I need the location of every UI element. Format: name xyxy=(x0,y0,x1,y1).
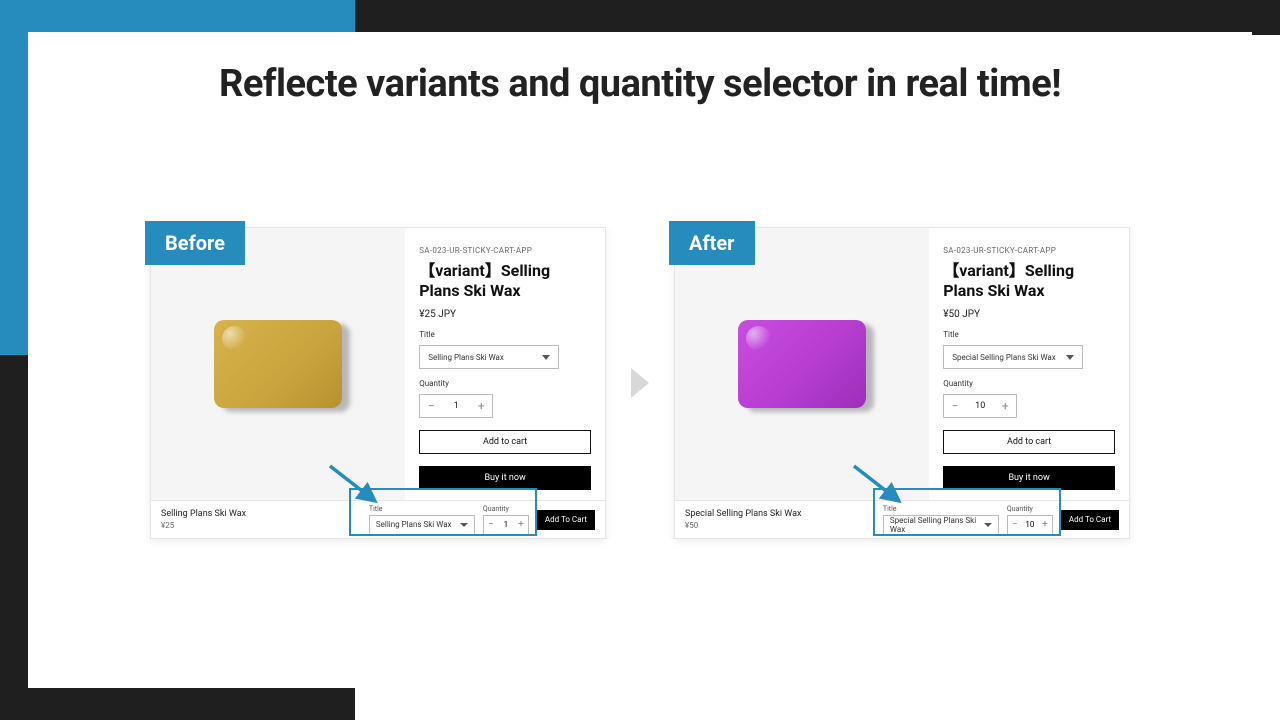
sticky-qty-minus[interactable]: − xyxy=(484,519,498,530)
product-price: ¥25 JPY xyxy=(419,309,591,320)
sticky-qty-stepper[interactable]: − 1 + xyxy=(483,515,529,535)
chevron-down-icon xyxy=(984,523,992,527)
page-card: Reflecte variants and quantity selector … xyxy=(28,32,1252,688)
sticky-qty-value: 1 xyxy=(498,520,514,529)
title-label: Title xyxy=(419,330,591,339)
sticky-qty-label: Quantity xyxy=(1007,505,1053,513)
chevron-down-icon xyxy=(460,523,468,527)
variant-value: Special Selling Plans Ski Wax xyxy=(952,353,1056,362)
product-title: 【variant】Selling Plans Ski Wax xyxy=(943,261,1115,301)
before-upper: SA-023-UR-STICKY-CART-APP 【variant】Selli… xyxy=(151,228,605,500)
chevron-down-icon xyxy=(1066,355,1074,360)
sticky-price: ¥25 xyxy=(161,521,361,530)
comparison-row: Before SA-023-UR-STICKY-CART-APP 【varian… xyxy=(150,227,1130,539)
bg-dark-top xyxy=(355,0,1280,35)
before-details: SA-023-UR-STICKY-CART-APP 【variant】Selli… xyxy=(405,228,605,500)
product-price: ¥50 JPY xyxy=(943,309,1115,320)
chevron-down-icon xyxy=(542,355,550,360)
sticky-name: Special Selling Plans Ski Wax xyxy=(685,509,875,519)
arrow-annotation-icon xyxy=(849,461,919,511)
sticky-qty-group: Quantity − 10 + xyxy=(1007,505,1053,535)
qty-label: Quantity xyxy=(943,379,1115,388)
qty-value: 1 xyxy=(442,401,470,411)
sticky-add-to-cart[interactable]: Add To Cart xyxy=(537,510,595,530)
headline: Reflecte variants and quantity selector … xyxy=(28,62,1252,106)
after-badge: After xyxy=(669,221,755,265)
add-to-cart-button[interactable]: Add to cart xyxy=(419,430,591,454)
product-title: 【variant】Selling Plans Ski Wax xyxy=(419,261,591,301)
sticky-variant-select[interactable]: Selling Plans Ski Wax xyxy=(369,515,475,535)
after-details: SA-023-UR-STICKY-CART-APP 【variant】Selli… xyxy=(929,228,1129,500)
arrow-annotation-icon xyxy=(325,461,395,511)
qty-plus[interactable]: + xyxy=(470,395,492,417)
after-col: After SA-023-UR-STICKY-CART-APP 【variant… xyxy=(674,227,1130,539)
variant-value: Selling Plans Ski Wax xyxy=(428,353,504,362)
sticky-info: Special Selling Plans Ski Wax ¥50 xyxy=(685,509,875,530)
variant-select[interactable]: Special Selling Plans Ski Wax xyxy=(943,345,1083,369)
qty-minus[interactable]: − xyxy=(420,395,442,417)
sticky-variant-value: Selling Plans Ski Wax xyxy=(376,520,452,529)
quantity-stepper[interactable]: − 10 + xyxy=(943,394,1017,418)
before-image-area xyxy=(151,228,405,500)
sticky-qty-label: Quantity xyxy=(483,505,529,513)
sticky-add-to-cart[interactable]: Add To Cart xyxy=(1061,510,1119,530)
add-to-cart-button[interactable]: Add to cart xyxy=(943,430,1115,454)
quantity-stepper[interactable]: − 1 + xyxy=(419,394,493,418)
sticky-variant-select[interactable]: Special Selling Plans Ski Wax xyxy=(883,515,999,535)
sku-text: SA-023-UR-STICKY-CART-APP xyxy=(943,246,1115,255)
sticky-qty-plus[interactable]: + xyxy=(1038,519,1052,530)
sticky-qty-plus[interactable]: + xyxy=(514,519,528,530)
sticky-info: Selling Plans Ski Wax ¥25 xyxy=(161,509,361,530)
title-label: Title xyxy=(943,330,1115,339)
product-image-yellow xyxy=(214,320,342,408)
buy-now-button[interactable]: Buy it now xyxy=(943,466,1115,490)
before-col: Before SA-023-UR-STICKY-CART-APP 【varian… xyxy=(150,227,606,539)
sticky-variant-value: Special Selling Plans Ski Wax xyxy=(890,516,984,534)
sticky-qty-minus[interactable]: − xyxy=(1008,519,1022,530)
qty-label: Quantity xyxy=(419,379,591,388)
sticky-qty-value: 10 xyxy=(1022,520,1038,529)
buy-now-button[interactable]: Buy it now xyxy=(419,466,591,490)
sticky-qty-stepper[interactable]: − 10 + xyxy=(1007,515,1053,535)
after-upper: SA-023-UR-STICKY-CART-APP 【variant】Selli… xyxy=(675,228,1129,500)
after-image-area xyxy=(675,228,929,500)
sticky-qty-group: Quantity − 1 + xyxy=(483,505,529,535)
qty-value: 10 xyxy=(966,401,994,411)
sticky-price: ¥50 xyxy=(685,521,875,530)
qty-minus[interactable]: − xyxy=(944,395,966,417)
qty-plus[interactable]: + xyxy=(994,395,1016,417)
sku-text: SA-023-UR-STICKY-CART-APP xyxy=(419,246,591,255)
variant-select[interactable]: Selling Plans Ski Wax xyxy=(419,345,559,369)
transition-arrow-icon xyxy=(629,366,651,400)
before-badge: Before xyxy=(145,221,245,265)
product-image-purple xyxy=(738,320,866,408)
